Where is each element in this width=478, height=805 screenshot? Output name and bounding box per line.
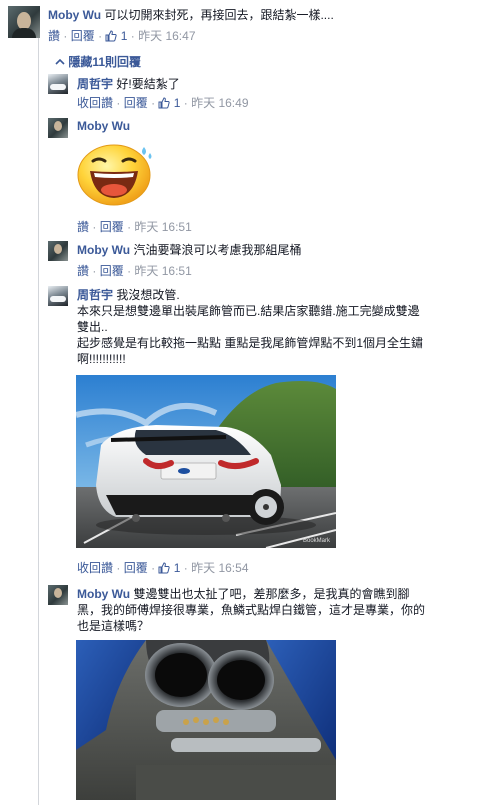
timestamp[interactable]: 昨天 16:51 [134, 264, 191, 278]
timestamp[interactable]: 昨天 16:51 [134, 220, 191, 234]
reply: 周哲宇 我沒想改管. 本來只是想雙邊單出裝尾飾管而已.結果店家聽錯.施工完變成雙… [77, 287, 472, 367]
reply-author[interactable]: Moby Wu [77, 587, 130, 601]
reply-text-line: 也是這樣嗎？ [77, 619, 150, 633]
avatar[interactable] [48, 585, 68, 605]
like-link[interactable]: 讚 [77, 264, 89, 278]
timestamp[interactable]: 昨天 16:49 [191, 96, 248, 110]
comment-actions: 讚 · 回覆 · 1 · 昨天 16:47 [48, 29, 196, 45]
reply-link[interactable]: 回覆 [100, 220, 124, 234]
reply-actions: 收回讚 · 回覆 · 1 · 昨天 16:49 [77, 96, 249, 112]
avatar[interactable] [48, 118, 68, 138]
comment-text: 可以切開來封死，再接回去，跟結紮一樣.... [104, 8, 334, 22]
like-count[interactable]: 1 [121, 29, 128, 43]
reply-author[interactable]: Moby Wu [77, 243, 130, 257]
reply-author[interactable]: Moby Wu [77, 119, 130, 133]
laughing-emoji-sticker [76, 139, 156, 207]
reply-text-line: 本來只是想雙邊單出裝尾飾管而已.結果店家聽錯.施工完變成雙邊 [77, 304, 420, 318]
reply-text-line: 啊!!!!!!!!!!! [77, 352, 126, 366]
like-link[interactable]: 讚 [48, 29, 60, 43]
reply-text-line: 黑，我的師傅焊接很專業，魚鱗式點焊白鐵管，這才是專業，你的 [77, 603, 426, 617]
reply: Moby Wu 雙邊雙出也太扯了吧，差那麼多，是我真的會瞧到腳 黑，我的師傅焊接… [77, 586, 472, 634]
thread-line [38, 28, 39, 805]
thumbs-up-icon[interactable] [158, 97, 171, 112]
thumbs-up-icon[interactable] [105, 30, 118, 45]
reply-actions: 讚 · 回覆 · 昨天 16:51 [77, 264, 192, 278]
photo-watermark: BookMark [302, 538, 330, 544]
reply-text-line: 雙邊雙出也太扯了吧，差那麼多，是我真的會瞧到腳 [133, 587, 410, 601]
timestamp[interactable]: 昨天 16:47 [138, 29, 195, 43]
comment: Moby Wu 可以切開來封死，再接回去，跟結紮一樣.... [48, 7, 473, 23]
avatar[interactable] [48, 286, 68, 306]
reply-text-line: 雙出.. [77, 320, 108, 334]
reply: 周哲宇 好!要結紮了 [77, 75, 180, 92]
reply-link[interactable]: 回覆 [124, 96, 148, 110]
timestamp[interactable]: 昨天 16:54 [191, 561, 248, 575]
reply-actions: 收回讚 · 回覆 · 1 · 昨天 16:54 [77, 561, 249, 577]
reply-link[interactable]: 回覆 [100, 264, 124, 278]
avatar[interactable] [8, 6, 40, 38]
unlike-link[interactable]: 收回讚 [77, 561, 113, 575]
reply-link[interactable]: 回覆 [124, 561, 148, 575]
reply-text-line: 我沒想改管. [116, 288, 180, 302]
reply: Moby Wu 汽油要聲浪可以考慮我那組尾桶 [77, 242, 301, 258]
like-count[interactable]: 1 [174, 561, 181, 575]
thumbs-up-icon[interactable] [158, 562, 171, 577]
reply-text: 好!要結紮了 [116, 77, 180, 91]
avatar[interactable] [48, 241, 68, 261]
like-link[interactable]: 讚 [77, 220, 89, 234]
chevron-up-icon [55, 54, 65, 68]
reply-text-line: 起步感覺是有比較拖一點點 重點是我尾飾管焊點不到1個月全生鏽 [77, 336, 424, 350]
unlike-link[interactable]: 收回讚 [77, 96, 113, 110]
reply-text: 汽油要聲浪可以考慮我那組尾桶 [133, 243, 302, 257]
hide-replies-toggle[interactable]: 隱藏11則回覆 [55, 53, 141, 70]
reply-author[interactable]: 周哲宇 [77, 288, 113, 302]
hidden-replies-label[interactable]: 隱藏11則回覆 [68, 55, 141, 69]
exhaust-photo[interactable] [76, 640, 336, 800]
reply-actions: 讚 · 回覆 · 昨天 16:51 [77, 220, 192, 234]
avatar[interactable] [48, 74, 68, 94]
like-count[interactable]: 1 [174, 96, 181, 110]
reply-author[interactable]: 周哲宇 [77, 77, 113, 91]
reply: Moby Wu [77, 119, 130, 133]
reply-link[interactable]: 回覆 [71, 29, 95, 43]
car-photo[interactable]: BookMark [76, 375, 336, 548]
comment-author[interactable]: Moby Wu [48, 8, 101, 22]
